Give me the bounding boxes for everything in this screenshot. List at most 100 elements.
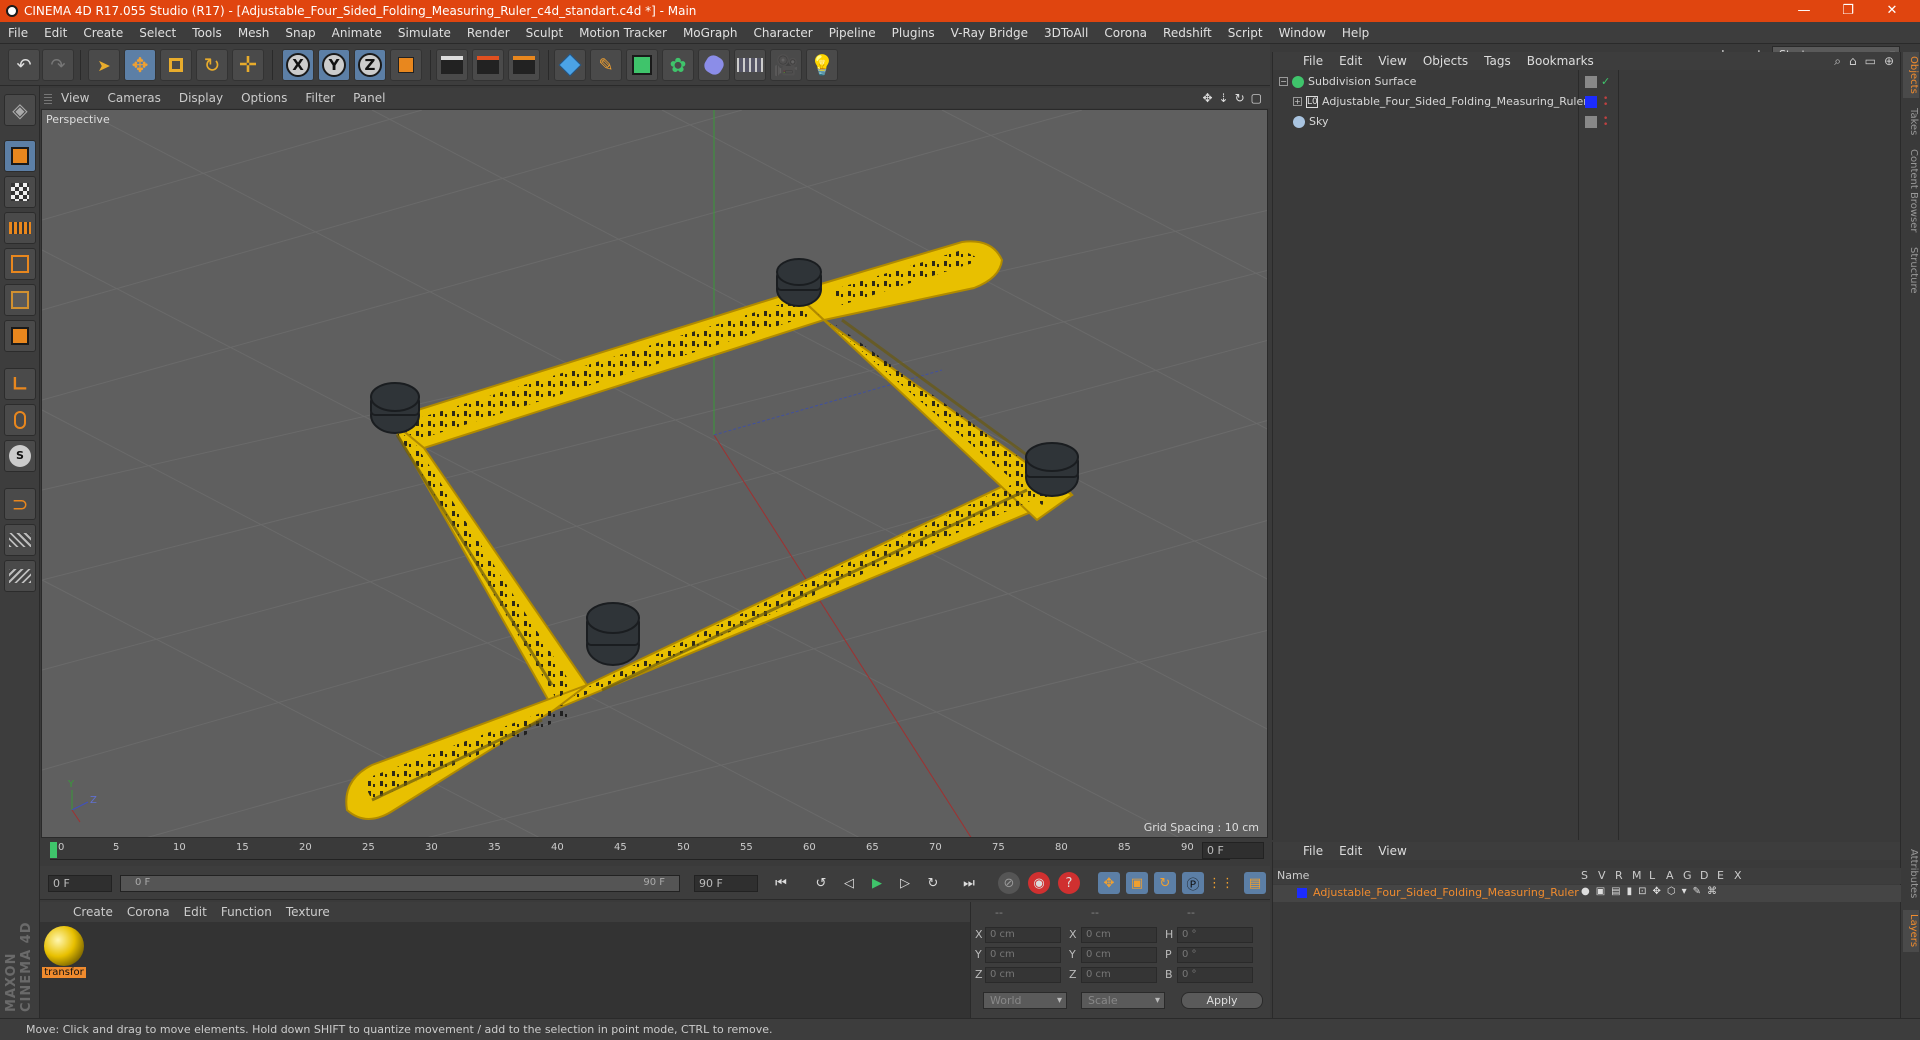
menu-render[interactable]: Render: [459, 26, 518, 40]
tab-attributes[interactable]: Attributes: [1903, 844, 1919, 904]
rotation-b-field[interactable]: 0 °: [1177, 967, 1253, 983]
object-row-sky[interactable]: Sky • •: [1275, 112, 1895, 131]
z-axis-lock-button[interactable]: Z: [354, 49, 386, 81]
workplane-lock-button[interactable]: [4, 524, 36, 556]
menu-pipeline[interactable]: Pipeline: [821, 26, 884, 40]
key-position-button[interactable]: ✥: [1098, 872, 1120, 894]
object-row-ruler[interactable]: + L0 Adjustable_Four_Sided_Folding_Measu…: [1275, 92, 1895, 111]
points-mode-button[interactable]: [4, 248, 36, 280]
autokeying-button[interactable]: ◉: [1028, 872, 1050, 894]
material-menu-corona[interactable]: Corona: [120, 905, 177, 919]
add-mograph-button[interactable]: ✿: [662, 49, 694, 81]
home-icon[interactable]: ⌂: [1849, 54, 1857, 69]
axis-mode-button[interactable]: ∟: [4, 368, 36, 400]
y-axis-lock-button[interactable]: Y: [318, 49, 350, 81]
scale-tool-button[interactable]: [160, 49, 192, 81]
layer-flag-icons[interactable]: ●▣▤▮⊡✥⬡▾✎⌘: [1581, 886, 1723, 897]
material-menu-create[interactable]: Create: [66, 905, 120, 919]
key-scale-button[interactable]: ▣: [1126, 872, 1148, 894]
play-forward-button[interactable]: ▶: [866, 872, 888, 894]
menu-corona[interactable]: Corona: [1096, 26, 1155, 40]
timeline-ruler[interactable]: 0 5 10 15 20 25 30 35 40 45 50 55 60 65 …: [40, 840, 1270, 864]
objects-menu-file[interactable]: File: [1295, 54, 1331, 68]
viewport-menu-view[interactable]: View: [52, 91, 98, 105]
layer-color-swatch[interactable]: [1585, 95, 1597, 108]
pan-view-icon[interactable]: ✥: [1202, 91, 1212, 105]
solo-button[interactable]: S: [4, 440, 36, 472]
menu-motion-tracker[interactable]: Motion Tracker: [571, 26, 675, 40]
menu-select[interactable]: Select: [131, 26, 184, 40]
search-icon[interactable]: ⌕: [1834, 54, 1841, 69]
add-camera-button[interactable]: 🎥: [770, 49, 802, 81]
go-to-next-key-button[interactable]: ↻: [922, 872, 944, 894]
new-view-icon[interactable]: ▭: [1865, 54, 1876, 69]
size-mode-dropdown[interactable]: Scale: [1081, 992, 1165, 1009]
position-x-field[interactable]: 0 cm: [985, 927, 1061, 943]
workplane-mode-button[interactable]: [4, 212, 36, 244]
layers-menu-file[interactable]: File: [1295, 844, 1331, 858]
add-floor-button[interactable]: [734, 49, 766, 81]
objects-menu-edit[interactable]: Edit: [1331, 54, 1370, 68]
menu-help[interactable]: Help: [1334, 26, 1377, 40]
visibility-dots-icon[interactable]: • •: [1603, 114, 1608, 129]
tab-structure[interactable]: Structure: [1903, 242, 1919, 298]
layers-menu-view[interactable]: View: [1370, 844, 1414, 858]
layer-tag-icon[interactable]: [1585, 115, 1597, 128]
close-button[interactable]: ✕: [1870, 0, 1914, 22]
apply-button[interactable]: Apply: [1181, 992, 1263, 1009]
size-z-field[interactable]: 0 cm: [1081, 967, 1157, 983]
go-to-previous-frame-button[interactable]: ◁: [838, 872, 860, 894]
frame-range-slider[interactable]: 0 F 90 F: [120, 875, 680, 892]
add-spline-pen-button[interactable]: ✎: [590, 49, 622, 81]
add-light-button[interactable]: 💡: [806, 49, 838, 81]
perspective-viewport[interactable]: Y Z Perspective Grid Spacing : 10 cm: [41, 109, 1268, 838]
add-subdivision-button[interactable]: [626, 49, 658, 81]
tab-objects[interactable]: Objects: [1903, 52, 1919, 98]
menu-redshift[interactable]: Redshift: [1155, 26, 1220, 40]
material-menu-texture[interactable]: Texture: [279, 905, 337, 919]
menu-sculpt[interactable]: Sculpt: [518, 26, 571, 40]
menu-script[interactable]: Script: [1220, 26, 1271, 40]
live-selection-button[interactable]: ➤: [88, 49, 120, 81]
material-menu-edit[interactable]: Edit: [177, 905, 214, 919]
collapse-toggle-icon[interactable]: −: [1279, 77, 1288, 86]
object-row-subdivision-surface[interactable]: − Subdivision Surface ✓: [1275, 72, 1895, 91]
go-to-end-button[interactable]: ⏭: [958, 872, 980, 894]
rotation-h-field[interactable]: 0 °: [1177, 927, 1253, 943]
coordinate-system-button[interactable]: [390, 49, 422, 81]
timeline-playhead[interactable]: [50, 842, 57, 858]
tweak-mode-button[interactable]: [4, 404, 36, 436]
menu-plugins[interactable]: Plugins: [884, 26, 943, 40]
go-to-previous-key-button[interactable]: ↺: [810, 872, 832, 894]
position-y-field[interactable]: 0 cm: [985, 947, 1061, 963]
dolly-view-icon[interactable]: ⇣: [1219, 91, 1229, 105]
coordinate-space-dropdown[interactable]: World: [983, 992, 1067, 1009]
position-z-field[interactable]: 0 cm: [985, 967, 1061, 983]
timeline-window-button[interactable]: ▤: [1244, 872, 1266, 894]
size-y-field[interactable]: 0 cm: [1081, 947, 1157, 963]
menu-3dtoall[interactable]: 3DToAll: [1036, 26, 1096, 40]
objects-menu-bookmarks[interactable]: Bookmarks: [1519, 54, 1602, 68]
material-menu-function[interactable]: Function: [214, 905, 279, 919]
record-active-objects-button[interactable]: ⊘: [998, 872, 1020, 894]
menu-snap[interactable]: Snap: [277, 26, 323, 40]
menu-mesh[interactable]: Mesh: [230, 26, 278, 40]
rotation-p-field[interactable]: 0 °: [1177, 947, 1253, 963]
end-frame-field[interactable]: 90 F: [694, 875, 758, 892]
rotate-view-icon[interactable]: ↻: [1235, 91, 1245, 105]
menu-animate[interactable]: Animate: [324, 26, 390, 40]
key-point-level-button[interactable]: ⋮⋮: [1208, 872, 1234, 894]
material-swatch[interactable]: transfor: [42, 926, 86, 984]
key-rotation-button[interactable]: ↻: [1154, 872, 1176, 894]
objects-menu-view[interactable]: View: [1370, 54, 1414, 68]
objects-menu-objects[interactable]: Objects: [1415, 54, 1476, 68]
layers-menu-edit[interactable]: Edit: [1331, 844, 1370, 858]
render-to-picture-viewer-button[interactable]: [472, 49, 504, 81]
viewport-menu-options[interactable]: Options: [232, 91, 296, 105]
viewport-menu-filter[interactable]: Filter: [296, 91, 344, 105]
polygons-mode-button[interactable]: [4, 320, 36, 352]
make-editable-button[interactable]: ◈: [4, 94, 36, 126]
rotate-tool-button[interactable]: ↻: [196, 49, 228, 81]
current-frame-field[interactable]: 0 F: [1202, 842, 1264, 859]
render-view-button[interactable]: [436, 49, 468, 81]
